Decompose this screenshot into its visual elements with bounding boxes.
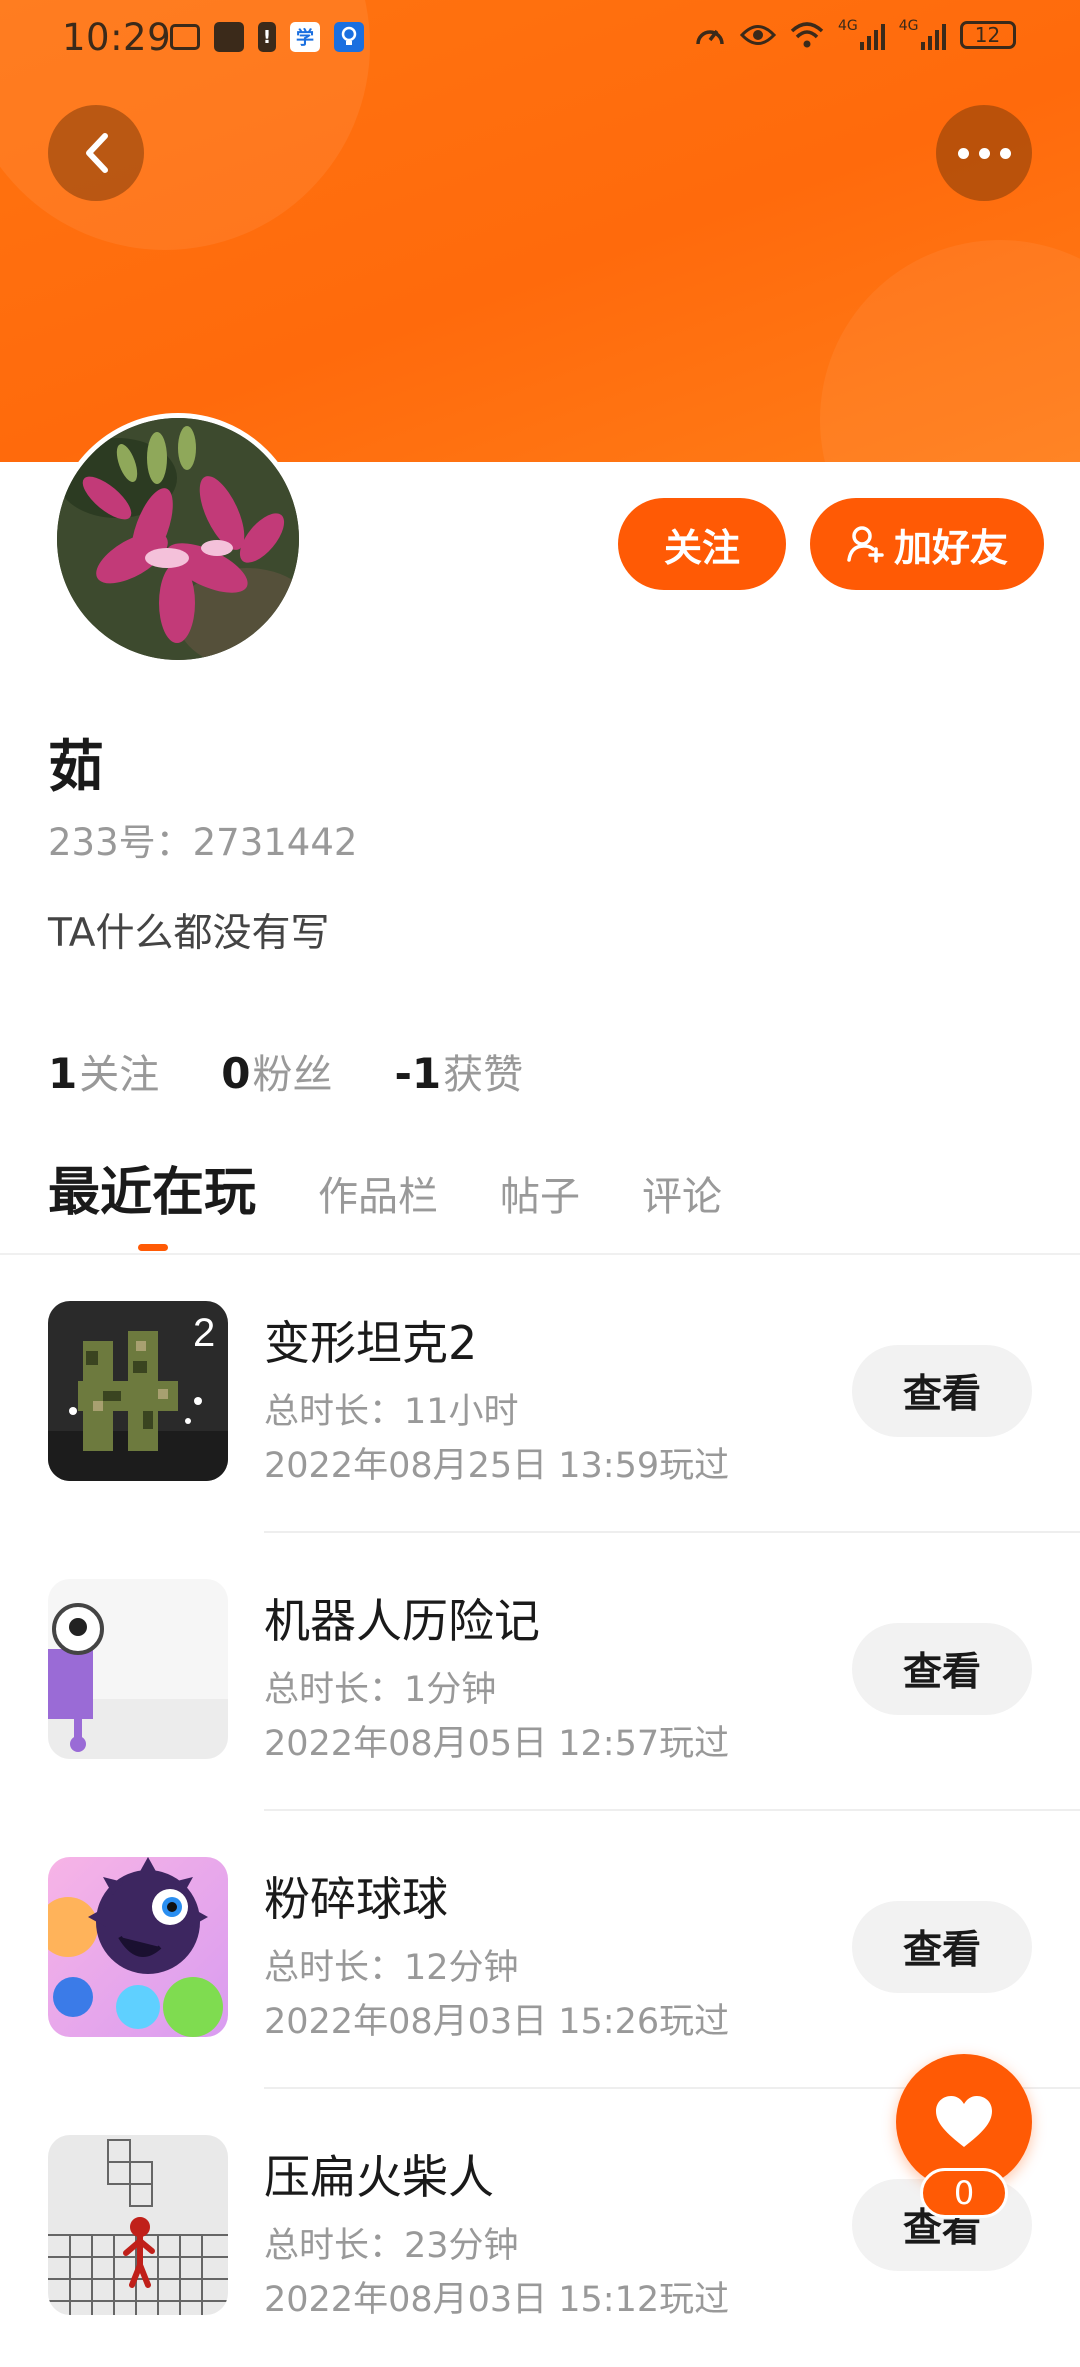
game-icon-robot [48,1579,228,1759]
lily-flower-image [57,418,299,660]
game-name: 压扁火柴人 [264,2150,494,2204]
svg-text:2: 2 [193,1311,215,1355]
system-icons: 4G 4G 12 [694,18,1016,50]
view-button[interactable]: 查看 [852,1623,1032,1715]
alert-icon: ! [258,22,276,52]
stat-fans-count: 0 [221,1049,251,1098]
game-duration: 总时长：11小时 [264,1392,519,1432]
stat-fans[interactable]: 0 粉丝 [221,1042,332,1100]
tab-recently-played[interactable]: 最近在玩 [48,1150,256,1225]
avatar[interactable] [52,413,304,665]
like-count-badge: 0 [920,2168,1008,2218]
network-type-label: 4G [838,18,858,34]
like-count: 0 [953,2174,975,2212]
game-icon-tank: 2 [48,1301,228,1481]
stat-following-count: 1 [48,1049,78,1098]
wifi-icon [790,22,824,48]
stat-likes-count: -1 [394,1049,442,1098]
recently-played-list: 2 变形坦克2 总时长：11小时 2022年08月25日 13:59玩过 查看 … [0,1255,1080,2367]
header-decoration [820,240,1080,462]
more-button[interactable] [936,105,1032,201]
view-button-label: 查看 [902,1928,981,1973]
game-name: 粉碎球球 [264,1872,448,1926]
back-button[interactable] [48,105,144,201]
status-bar: 10:29 ! 学 4G 4G 12 [0,0,1080,80]
view-button-label: 查看 [902,1650,981,1695]
profile-header-banner: 10:29 ! 学 4G 4G 12 [0,0,1080,462]
list-item[interactable]: 2 变形坦克2 总时长：11小时 2022年08月25日 13:59玩过 查看 [0,1255,1080,1533]
stat-following-label: 关注 [79,1052,160,1098]
tv-icon [170,24,200,50]
stat-likes[interactable]: -1 获赞 [394,1042,523,1100]
game-last-played: 2022年08月25日 13:59玩过 [264,1446,730,1486]
user-bio: TA什么都没有写 [48,911,330,956]
list-item[interactable]: 粉碎球球 总时长：12分钟 2022年08月03日 15:26玩过 查看 [0,1811,1080,2089]
game-name: 机器人历险记 [264,1594,540,1648]
study-icon: 学 [290,22,320,52]
speed-icon [696,29,724,45]
game-icon-ball [48,1857,228,2037]
view-button-label: 查看 [902,1372,981,1417]
game-last-played: 2022年08月03日 15:26玩过 [264,2002,730,2042]
add-friend-button-label: 加好友 [893,525,1008,570]
profile-stats: 1 关注 0 粉丝 -1 获赞 [48,1042,523,1100]
follow-button[interactable]: 关注 [618,498,786,590]
game-duration: 总时长：1分钟 [264,1670,497,1710]
view-button[interactable]: 查看 [852,1345,1032,1437]
profile-tabs: 最近在玩 作品栏 帖子 评论 [48,1150,722,1225]
status-time: 10:29 [62,16,172,59]
follow-button-label: 关注 [663,525,740,570]
heart-icon [936,2096,992,2147]
app-icon [214,22,244,52]
list-item[interactable]: 机器人历险记 总时长：1分钟 2022年08月05日 12:57玩过 查看 [0,1533,1080,1811]
game-last-played: 2022年08月03日 15:12玩过 [264,2280,730,2320]
user-id: 233号：2731442 [48,821,358,864]
battery-icon: 12 [959,21,1016,49]
stat-following[interactable]: 1 关注 [48,1042,159,1100]
eye-icon [740,25,776,45]
game-name: 变形坦克2 [264,1316,478,1370]
add-user-icon [847,526,884,563]
notification-icons: ! 学 [170,22,364,52]
battery-level: 12 [974,23,1001,47]
bulb-icon [334,22,364,52]
chevron-left-icon [86,133,108,173]
more-dots-icon [957,147,1011,159]
game-duration: 总时长：23分钟 [264,2226,519,2266]
tab-comments[interactable]: 评论 [642,1164,722,1222]
game-duration: 总时长：12分钟 [264,1948,519,1988]
network-type-label: 4G [898,18,919,34]
stat-fans-label: 粉丝 [252,1052,333,1098]
view-button[interactable]: 查看 [852,1901,1032,1993]
add-friend-button[interactable]: 加好友 [810,498,1044,590]
game-last-played: 2022年08月05日 12:57玩过 [264,1724,730,1764]
active-tab-indicator [138,1244,168,1251]
tab-posts[interactable]: 帖子 [500,1164,580,1222]
signal-icon [859,20,885,50]
stat-likes-label: 获赞 [443,1052,524,1098]
game-icon-stickman [48,2135,228,2315]
signal-icon [920,20,946,50]
tab-works[interactable]: 作品栏 [318,1164,438,1222]
username: 茹 [48,735,104,800]
